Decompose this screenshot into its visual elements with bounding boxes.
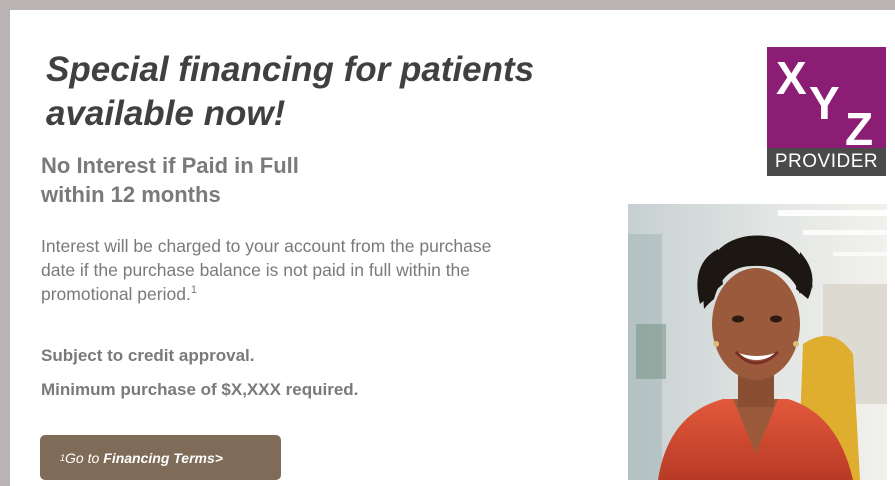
subhead-line-2: within 12 months: [41, 182, 221, 207]
disclaimer-line-3: promotional period.: [41, 284, 191, 304]
logo-letter-z: Z: [845, 103, 873, 148]
financing-terms-button[interactable]: 1 Go to Financing Terms>: [40, 435, 281, 480]
headline-line-1: Special financing for patients: [46, 50, 535, 89]
logo-letter-y: Y: [809, 77, 840, 129]
headline-line-2: available now!: [46, 94, 286, 133]
xyz-provider-logo: X Y Z PROVIDER: [767, 47, 886, 176]
smiling-patient-portrait-icon: [628, 204, 887, 480]
offer-subheading: No Interest if Paid in Full within 12 mo…: [41, 151, 441, 209]
credit-approval-note: Subject to credit approval.: [41, 346, 255, 365]
minimum-purchase-note: Minimum purchase of $X,XXX required.: [41, 380, 359, 399]
page-title: Special financing for patients available…: [46, 48, 646, 136]
interest-disclaimer: Interest will be charged to your account…: [41, 234, 611, 306]
logo-letter-x: X: [776, 52, 807, 104]
terms-button-label: Financing Terms>: [103, 449, 223, 466]
disclaimer-line-2: date if the purchase balance is not paid…: [41, 260, 471, 280]
provider-badge: PROVIDER: [767, 148, 886, 176]
terms-button-prefix: Go to: [65, 449, 100, 466]
disclaimer-line-1: Interest will be charged to your account…: [41, 236, 492, 256]
subhead-line-1: No Interest if Paid in Full: [41, 153, 299, 178]
logo-letters: X Y Z: [776, 52, 873, 148]
patient-photo: [628, 204, 887, 480]
footnote-marker: 1: [190, 284, 197, 296]
promo-card: Special financing for patients available…: [0, 0, 895, 486]
